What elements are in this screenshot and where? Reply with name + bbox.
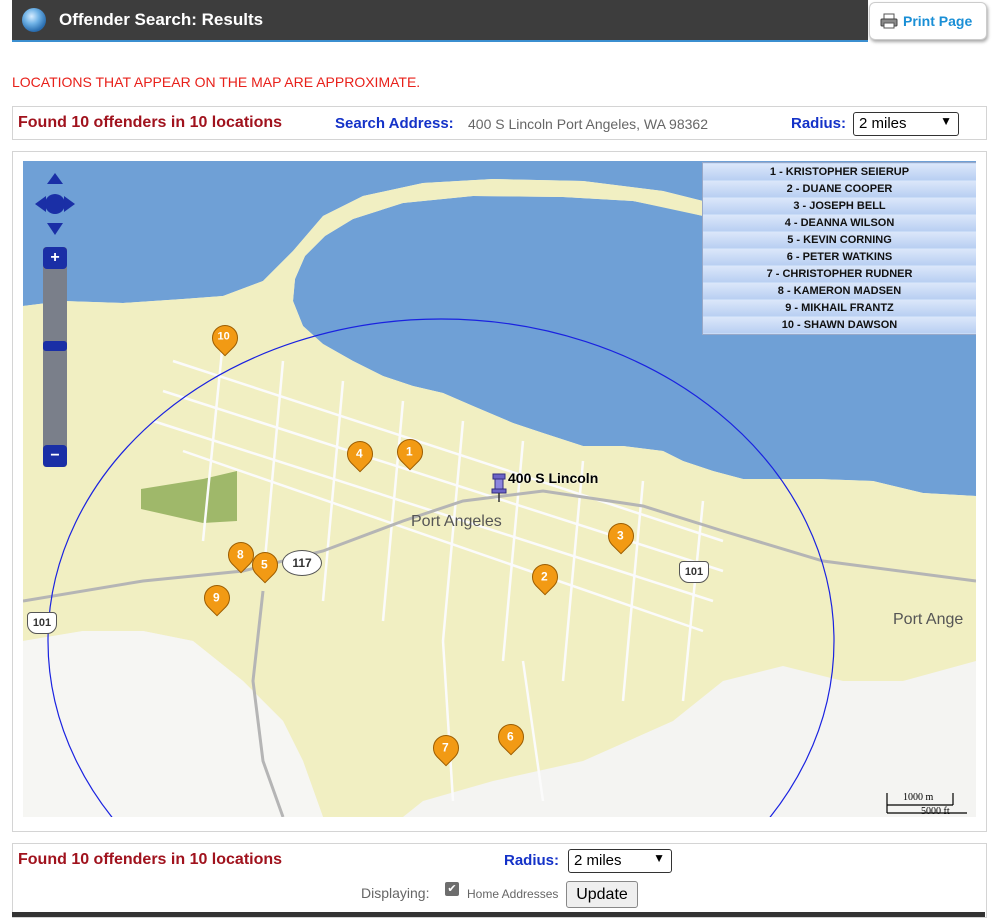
route-101-shield-west: 101 (27, 612, 57, 634)
legend-item[interactable]: 5 - KEVIN CORNING (703, 232, 976, 248)
radius-select-value-bottom: 2 miles (574, 852, 622, 869)
results-bottom-bar: Found 10 offenders in 10 locations Radiu… (12, 843, 987, 918)
zoom-out-icon[interactable]: − (43, 445, 67, 467)
radius-label-bottom: Radius: (504, 852, 560, 869)
zoom-in-icon[interactable]: + (43, 247, 67, 269)
radius-select-bottom[interactable]: 2 miles ▼ (568, 849, 672, 873)
radius-select-value: 2 miles (859, 115, 907, 132)
legend-item[interactable]: 9 - MIKHAIL FRANTZ (703, 300, 976, 316)
radius-label: Radius: (791, 115, 847, 132)
search-location-pushpin-icon (491, 473, 507, 502)
legend-item[interactable]: 2 - DUANE COOPER (703, 181, 976, 197)
scale-metric-label: 1000 m (903, 792, 934, 803)
table-header-strip (12, 912, 985, 917)
pan-down-icon[interactable] (47, 223, 63, 235)
legend-item[interactable]: 6 - PETER WATKINS (703, 249, 976, 265)
home-addresses-label: Home Addresses (467, 887, 559, 901)
search-address-label: Search Address: (335, 115, 454, 132)
pan-control[interactable] (33, 171, 77, 237)
displaying-label: Displaying: (361, 885, 430, 901)
zoom-slider[interactable]: + − (43, 247, 67, 467)
globe-icon (22, 8, 46, 32)
page-title: Offender Search: Results (59, 10, 264, 29)
zoom-handle[interactable] (43, 341, 67, 351)
city-label: Port Angeles (411, 513, 502, 530)
search-address-value: 400 S Lincoln Port Angeles, WA 98362 (468, 116, 708, 132)
approximate-warning: LOCATIONS THAT APPEAR ON THE MAP ARE APP… (12, 74, 421, 90)
route-117-shield: 117 (282, 550, 322, 576)
print-page-label: Print Page (903, 13, 973, 29)
page-header: Offender Search: Results (12, 0, 868, 42)
legend-item[interactable]: 7 - CHRISTOPHER RUDNER (703, 266, 976, 282)
results-summary-bar: Found 10 offenders in 10 locations Searc… (12, 106, 987, 140)
pan-right-icon[interactable] (64, 196, 75, 212)
search-location-label: 400 S Lincoln (508, 470, 599, 486)
legend-item[interactable]: 4 - DEANNA WILSON (703, 215, 976, 231)
print-page-button[interactable]: Print Page (869, 2, 987, 40)
home-addresses-checkbox[interactable]: ✔ (445, 882, 459, 896)
offender-legend: 1 - KRISTOPHER SEIERUP 2 - DUANE COOPER … (702, 162, 976, 335)
chevron-down-icon: ▼ (653, 851, 665, 865)
found-count-text: Found 10 offenders in 10 locations (18, 114, 283, 131)
route-101-shield-east: 101 (679, 561, 709, 583)
pan-up-icon[interactable] (47, 173, 63, 184)
update-button[interactable]: Update (566, 881, 638, 908)
city-label-right: Port Ange (893, 611, 964, 628)
radius-select[interactable]: 2 miles ▼ (853, 112, 959, 136)
found-count-text-bottom: Found 10 offenders in 10 locations (18, 851, 283, 868)
pan-left-icon[interactable] (35, 196, 46, 212)
chevron-down-icon: ▼ (940, 114, 952, 128)
printer-icon (880, 13, 898, 29)
legend-item[interactable]: 3 - JOSEPH BELL (703, 198, 976, 214)
scale-imperial-label: 5000 ft (921, 806, 950, 817)
legend-item[interactable]: 1 - KRISTOPHER SEIERUP (703, 164, 976, 180)
legend-item[interactable]: 10 - SHAWN DAWSON (703, 317, 976, 333)
offender-map[interactable]: 1 - KRISTOPHER SEIERUP 2 - DUANE COOPER … (23, 161, 976, 817)
legend-item[interactable]: 8 - KAMERON MADSEN (703, 283, 976, 299)
